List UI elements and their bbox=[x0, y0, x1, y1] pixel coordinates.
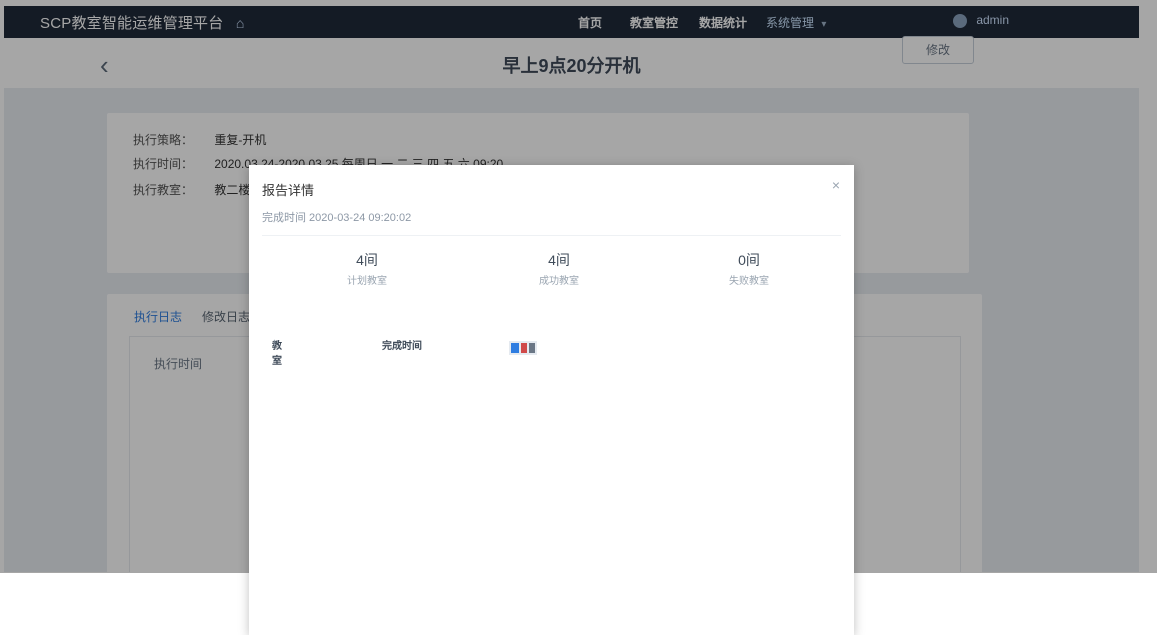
stat-planned-label: 计划教室 bbox=[347, 276, 387, 287]
done-time: 完成时间 2020-03-24 09:20:02 bbox=[262, 212, 412, 224]
stats-summary: 4间 计划教室 4间 成功教室 0间 失败教室 bbox=[262, 235, 841, 306]
sort-icon: ↕ bbox=[272, 337, 277, 348]
report-details-modal: 报告详情 × 完成时间 2020-03-24 09:20:02 4间 计划教室 … bbox=[249, 165, 854, 635]
status-thumbnail-icon bbox=[509, 341, 537, 355]
stat-planned-num: 4间 bbox=[356, 252, 378, 268]
stat-failed: 0间 失败教室 bbox=[684, 250, 814, 287]
modal-title: 报告详情 bbox=[262, 183, 315, 198]
header-done-time: 完成时间 bbox=[382, 341, 422, 352]
stat-success: 4间 成功教室 bbox=[494, 250, 624, 287]
stat-success-label: 成功教室 bbox=[539, 276, 579, 287]
close-icon[interactable]: × bbox=[832, 177, 840, 193]
stat-success-num: 4间 bbox=[548, 252, 570, 268]
stat-planned: 4间 计划教室 bbox=[302, 250, 432, 287]
stat-failed-num: 0间 bbox=[738, 252, 760, 268]
stat-failed-label: 失败教室 bbox=[729, 276, 769, 287]
